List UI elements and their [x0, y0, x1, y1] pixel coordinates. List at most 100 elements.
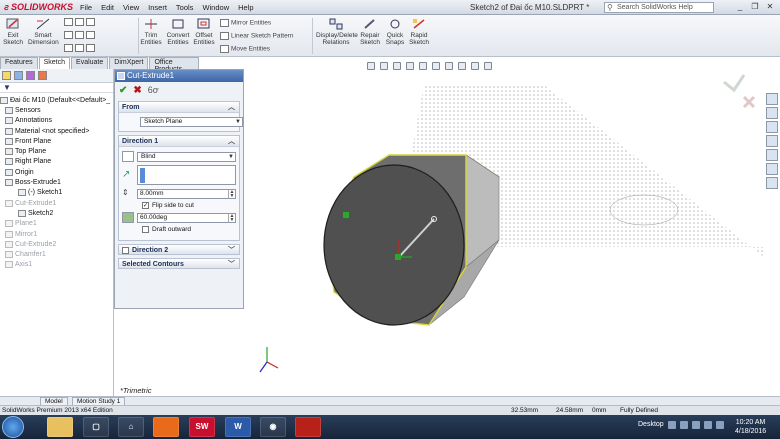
view-palette-icon[interactable]: [766, 149, 778, 161]
linear-pattern-button[interactable]: Linear Sketch Pattern: [220, 32, 294, 40]
mirror-entities-button[interactable]: Mirror Entities: [220, 19, 271, 27]
tree-item[interactable]: Top Plane: [0, 146, 113, 156]
draft-icon[interactable]: [122, 212, 134, 223]
firefox-app-icon[interactable]: [153, 417, 179, 437]
view-settings-icon[interactable]: [484, 62, 492, 70]
hide-show-icon[interactable]: [445, 62, 453, 70]
repair-sketch-button[interactable]: Repair Sketch: [358, 17, 382, 46]
offset-entities-button[interactable]: Offset Entities: [193, 17, 215, 46]
polygon-icon[interactable]: [86, 31, 95, 39]
graphics-area[interactable]: [244, 57, 764, 396]
exit-sketch-button[interactable]: Exit Sketch: [2, 17, 24, 46]
tree-item[interactable]: Axis1: [0, 260, 113, 270]
file-explorer-app-icon[interactable]: [47, 417, 73, 437]
help-search-input[interactable]: ⚲ Search SolidWorks Help: [604, 2, 714, 13]
menu-window[interactable]: Window: [202, 3, 229, 12]
menu-view[interactable]: View: [123, 3, 139, 12]
search-results-icon[interactable]: [766, 135, 778, 147]
tab-office-products[interactable]: Office Products: [149, 57, 199, 73]
tray-icon[interactable]: [668, 421, 676, 429]
display-delete-relations-button[interactable]: Display/Delete Relations: [316, 17, 358, 46]
detailed-preview-icon[interactable]: 6ơ: [148, 85, 159, 95]
restore-icon[interactable]: ❐: [749, 1, 761, 12]
arc-icon[interactable]: [75, 31, 84, 39]
menu-help[interactable]: Help: [238, 3, 253, 12]
close-icon[interactable]: ✕: [764, 1, 776, 12]
tray-icon[interactable]: [692, 421, 700, 429]
draft-angle-input[interactable]: 60.00deg ▲ ▼: [137, 212, 236, 223]
volume-icon[interactable]: [716, 421, 724, 429]
convert-entities-button[interactable]: Convert Entities: [165, 17, 191, 46]
previous-view-icon[interactable]: [393, 62, 401, 70]
from-select[interactable]: Sketch Plane ▼: [140, 117, 243, 127]
from-header[interactable]: From ︿: [119, 102, 239, 113]
spline-icon[interactable]: [64, 44, 73, 52]
tab-sketch[interactable]: Sketch: [38, 57, 71, 69]
tree-filter[interactable]: ▼: [0, 83, 113, 93]
direction1-header[interactable]: Direction 1 ︿: [119, 136, 239, 147]
tree-item[interactable]: Đai ốc M10 (Default<<Default>_: [0, 95, 113, 105]
ok-checkmark-icon[interactable]: ✔: [119, 85, 127, 96]
display-style-icon[interactable]: [432, 62, 440, 70]
confirm-cancel-icon[interactable]: [742, 95, 756, 109]
tree-item[interactable]: Plane1: [0, 219, 113, 229]
menu-insert[interactable]: Insert: [148, 3, 167, 12]
desktop-toolbar[interactable]: Desktop: [638, 421, 664, 428]
apply-scene-icon[interactable]: [471, 62, 479, 70]
fillet-icon[interactable]: [86, 44, 95, 52]
tree-item[interactable]: Front Plane: [0, 136, 113, 146]
custom-properties-icon[interactable]: [766, 177, 778, 189]
property-manager-icon[interactable]: [14, 71, 23, 80]
confirm-ok-icon[interactable]: [723, 74, 746, 93]
tree-item[interactable]: Origin: [0, 167, 113, 177]
tree-item[interactable]: Mirror1: [0, 229, 113, 239]
tree-item[interactable]: Boss-Extrude1: [0, 177, 113, 187]
tree-item[interactable]: Right Plane: [0, 157, 113, 167]
solidworks-logo[interactable]: ƨ SOLIDWORKS: [4, 2, 73, 12]
tree-item[interactable]: Cut-Extrude2: [0, 239, 113, 249]
rectangle-icon[interactable]: [75, 18, 84, 26]
tree-item[interactable]: Annotations: [0, 116, 113, 126]
feature-manager-icon[interactable]: [2, 71, 11, 80]
smart-dimension-button[interactable]: Smart Dimension: [28, 17, 59, 46]
tab-features[interactable]: Features: [0, 57, 38, 69]
pdf-app-icon[interactable]: [295, 417, 321, 437]
circle-icon[interactable]: [64, 31, 73, 39]
solidworks-app-icon[interactable]: SW: [189, 417, 215, 437]
resources-icon[interactable]: [766, 93, 778, 105]
edit-appearance-icon[interactable]: [458, 62, 466, 70]
section-view-icon[interactable]: [406, 62, 414, 70]
design-library-icon[interactable]: [766, 107, 778, 119]
quick-snaps-button[interactable]: Quick Snaps: [384, 17, 406, 46]
tab-evaluate[interactable]: Evaluate: [71, 57, 109, 69]
tree-item[interactable]: Sensors: [0, 105, 113, 115]
trim-entities-button[interactable]: Trim Entities: [140, 17, 162, 46]
slot-icon[interactable]: [86, 18, 95, 26]
tab-dimxpert[interactable]: DimXpert: [109, 57, 149, 69]
word-app-icon[interactable]: W: [225, 417, 251, 437]
end-condition-select[interactable]: Blind ▼: [137, 151, 236, 162]
menu-edit[interactable]: Edit: [101, 3, 114, 12]
tray-icon[interactable]: [680, 421, 688, 429]
ellipse-icon[interactable]: [75, 44, 84, 52]
appearances-icon[interactable]: [766, 163, 778, 175]
model-viewport[interactable]: [244, 57, 764, 396]
clock[interactable]: 10:20 AM 4/18/2016: [735, 418, 766, 436]
rapid-sketch-button[interactable]: Rapid Sketch: [408, 17, 430, 46]
depth-input[interactable]: 8.00mm ▲ ▼: [137, 188, 236, 199]
view-orientation-icon[interactable]: [419, 62, 427, 70]
sketch2-circle[interactable]: [323, 164, 465, 326]
tree-item[interactable]: Cut-Extrude1: [0, 198, 113, 208]
direction2-group[interactable]: Direction 2 ﹀: [118, 244, 240, 255]
start-button[interactable]: [2, 416, 24, 438]
minimize-icon[interactable]: _: [734, 1, 746, 12]
selected-contours-group[interactable]: Selected Contours ﹀: [118, 258, 240, 269]
cancel-x-icon[interactable]: ✖: [133, 85, 141, 96]
tray-icon[interactable]: [704, 421, 712, 429]
move-entities-button[interactable]: Move Entities: [220, 45, 270, 53]
draft-outward-checkbox[interactable]: Draft outward: [142, 226, 236, 233]
reverse-direction-icon[interactable]: [122, 151, 134, 162]
config-manager-icon[interactable]: [26, 71, 35, 80]
flip-side-checkbox[interactable]: ✓ Flip side to cut: [142, 202, 236, 209]
appearance-icon[interactable]: [38, 71, 47, 80]
